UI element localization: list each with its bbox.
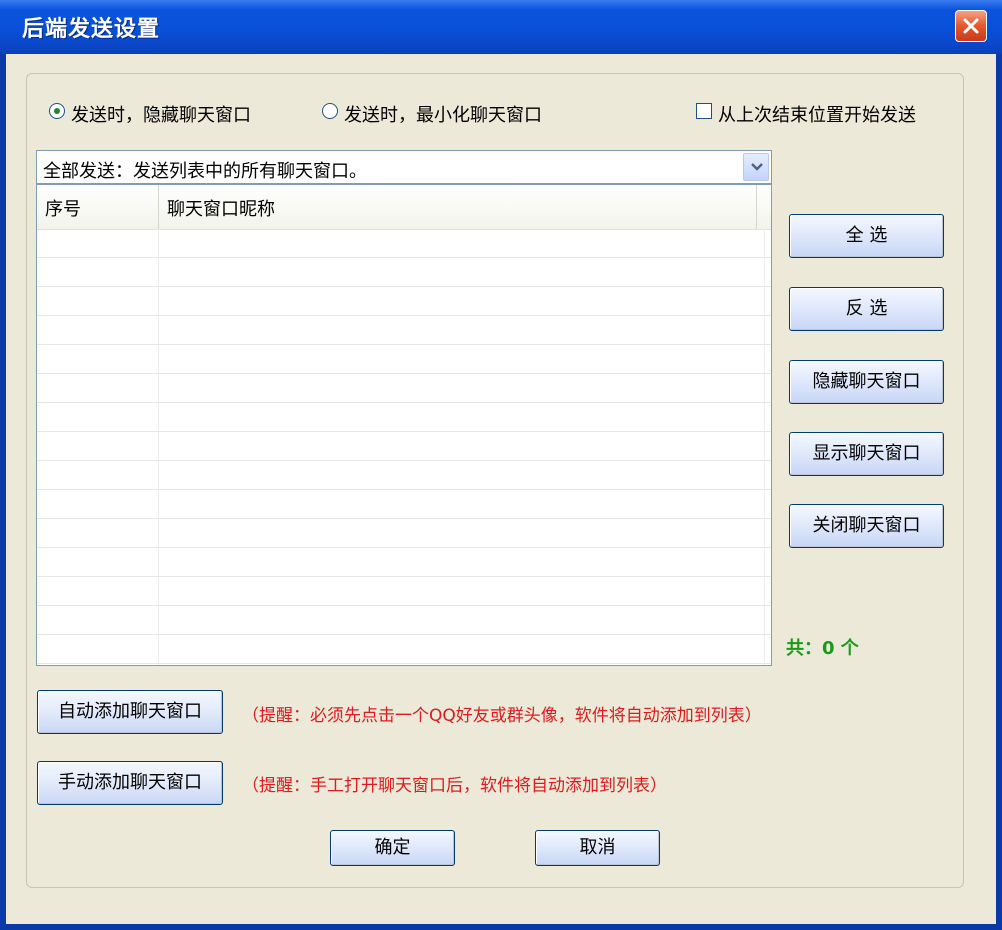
- table-row: [37, 345, 771, 374]
- close-chat-button[interactable]: 关闭聊天窗口: [789, 504, 944, 548]
- column-header-index-label: 序号: [45, 199, 81, 220]
- manual-add-chat-button[interactable]: 手动添加聊天窗口: [37, 761, 223, 805]
- manual-add-hint: （提醒：手工打开聊天窗口后，软件将自动添加到列表）: [242, 776, 667, 796]
- table-row: [37, 403, 771, 432]
- send-mode-select[interactable]: 全部发送：发送列表中的所有聊天窗口。: [36, 150, 772, 184]
- table-row: [37, 635, 771, 664]
- total-count: 共：0 个: [786, 638, 859, 659]
- cancel-button[interactable]: 取消: [535, 830, 660, 866]
- chat-window-list[interactable]: 序号 聊天窗口昵称: [36, 184, 772, 666]
- show-chat-button[interactable]: 显示聊天窗口: [789, 432, 944, 476]
- radio-circle: [322, 103, 338, 119]
- radio-hide-label: 发送时，隐藏聊天窗口: [71, 105, 251, 126]
- auto-add-chat-button[interactable]: 自动添加聊天窗口: [37, 690, 223, 734]
- close-button[interactable]: [955, 10, 987, 42]
- title-bar[interactable]: 后端发送设置: [0, 0, 1002, 54]
- table-row: [37, 432, 771, 461]
- checkbox-box: [696, 103, 712, 119]
- invert-selection-button[interactable]: 反 选: [789, 287, 944, 331]
- send-mode-value: 全部发送：发送列表中的所有聊天窗口。: [43, 161, 367, 182]
- select-all-button[interactable]: 全 选: [789, 214, 944, 258]
- table-row: [37, 258, 771, 287]
- auto-add-hint: （提醒：必须先点击一个QQ好友或群头像，软件将自动添加到列表）: [242, 706, 762, 726]
- table-row: [37, 229, 771, 258]
- table-row: [37, 548, 771, 577]
- table-row: [37, 606, 771, 635]
- list-header: 序号 聊天窗口昵称: [37, 185, 771, 230]
- table-row: [37, 461, 771, 490]
- radio-circle: [49, 103, 65, 119]
- table-row: [37, 374, 771, 403]
- column-header-nickname[interactable]: 聊天窗口昵称: [159, 185, 757, 229]
- radio-minimize-label: 发送时，最小化聊天窗口: [344, 105, 542, 126]
- dialog-window: 后端发送设置 发送时，隐藏聊天窗口 发送时，最小化聊天窗口 从上次结束位置开始发…: [0, 0, 1002, 930]
- table-row: [37, 519, 771, 548]
- table-row: [37, 287, 771, 316]
- table-row: [37, 316, 771, 345]
- column-header-nickname-label: 聊天窗口昵称: [167, 199, 275, 220]
- window-title: 后端发送设置: [22, 16, 161, 42]
- radio-dot: [54, 108, 60, 114]
- dialog-body: 发送时，隐藏聊天窗口 发送时，最小化聊天窗口 从上次结束位置开始发送 全部发送：…: [6, 54, 996, 924]
- hide-chat-button[interactable]: 隐藏聊天窗口: [789, 360, 944, 404]
- checkbox-resume-label: 从上次结束位置开始发送: [718, 105, 916, 126]
- ok-button[interactable]: 确定: [330, 830, 455, 866]
- table-row: [37, 490, 771, 519]
- table-row: [37, 577, 771, 606]
- dropdown-button[interactable]: [743, 153, 769, 181]
- column-header-index[interactable]: 序号: [37, 185, 159, 229]
